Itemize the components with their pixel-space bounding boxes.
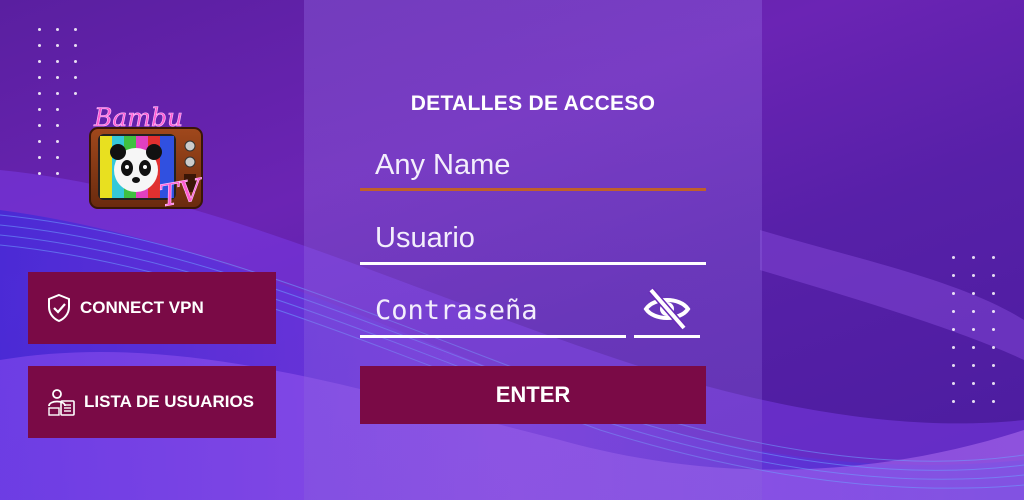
enter-button[interactable]: ENTER: [360, 366, 706, 424]
name-field-underline: [360, 188, 706, 191]
name-field[interactable]: [360, 142, 706, 188]
login-title: DETALLES DE ACCESO: [410, 92, 656, 115]
password-visibility-toggle[interactable]: [634, 284, 700, 334]
password-field[interactable]: [360, 287, 626, 333]
shield-check-icon: [48, 293, 70, 323]
connect-vpn-label: CONNECT VPN: [80, 298, 204, 317]
user-input[interactable]: [375, 221, 706, 255]
user-list-icon: [48, 389, 75, 416]
bambu-tv-logo: Bambu TV: [89, 103, 208, 215]
eye-off-icon: [643, 287, 691, 331]
user-list-button[interactable]: LISTA DE USUARIOS: [28, 366, 276, 438]
password-input[interactable]: [375, 294, 626, 326]
visibility-toggle-underline: [634, 335, 700, 338]
enter-button-label: ENTER: [495, 382, 571, 407]
connect-vpn-button[interactable]: CONNECT VPN: [28, 272, 276, 344]
password-field-underline: [360, 335, 626, 338]
user-field[interactable]: [360, 215, 706, 261]
user-field-underline: [360, 262, 706, 265]
user-list-label: LISTA DE USUARIOS: [84, 392, 255, 411]
decor-dots-right: [952, 256, 1012, 416]
logo-text-top: Bambu: [93, 103, 183, 132]
name-input[interactable]: [375, 148, 706, 182]
